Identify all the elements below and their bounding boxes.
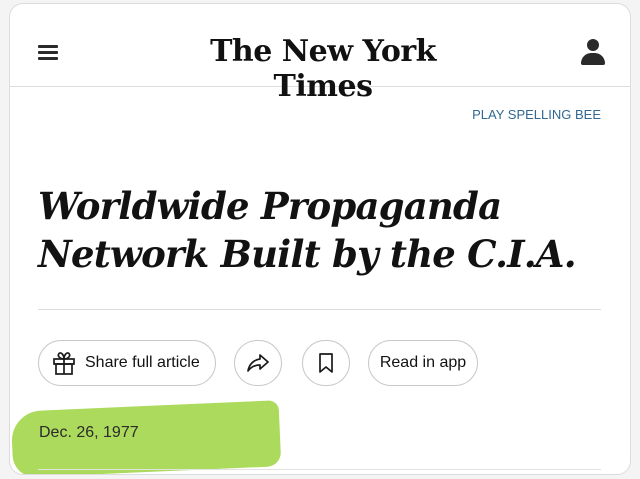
divider	[38, 309, 601, 310]
read-in-app-button[interactable]: Read in app	[368, 340, 478, 386]
account-icon[interactable]	[581, 39, 605, 69]
article-headline: Worldwide Propaganda Network Built by th…	[38, 182, 608, 278]
article-card: The New York Times PLAY SPELLING BEE Wor…	[9, 3, 631, 475]
share-arrow-button[interactable]	[234, 340, 282, 386]
top-bar: The New York Times	[10, 4, 630, 104]
hamburger-menu-icon[interactable]	[38, 45, 58, 61]
headline-line-1: Worldwide Propaganda	[38, 184, 502, 228]
play-spelling-bee-link[interactable]: PLAY SPELLING BEE	[410, 107, 601, 122]
article-date: Dec. 26, 1977	[39, 424, 139, 441]
share-arrow-icon	[247, 354, 269, 372]
bookmark-button[interactable]	[302, 340, 350, 386]
share-full-article-button[interactable]: Share full article	[38, 340, 216, 386]
headline-line-2: Network Built by the C.I.A.	[38, 232, 577, 276]
share-button-label: Share full article	[85, 354, 200, 371]
bookmark-icon	[319, 353, 333, 373]
gift-icon	[53, 352, 75, 375]
bottom-divider	[38, 469, 601, 470]
nyt-logo[interactable]: The New York Times	[178, 34, 468, 104]
